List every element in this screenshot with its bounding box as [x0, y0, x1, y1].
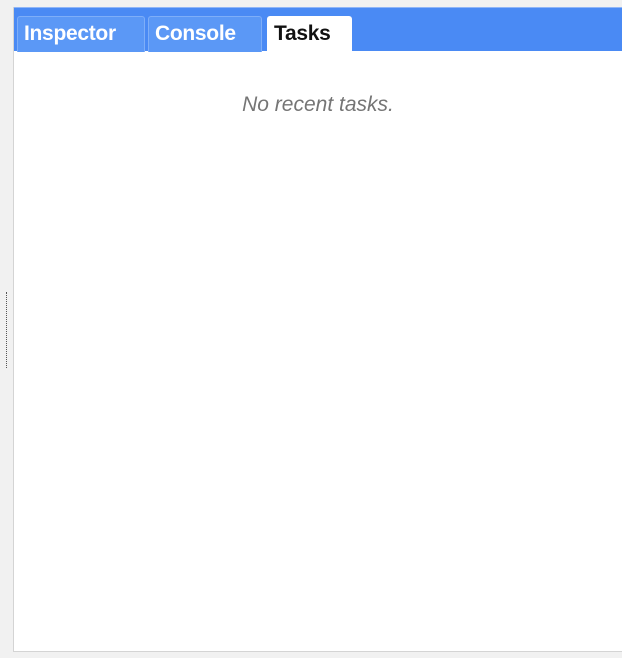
- tab-inspector[interactable]: Inspector: [17, 16, 145, 52]
- panel-tab-bar: Inspector Console Tasks: [14, 7, 622, 52]
- no-tasks-message: No recent tasks.: [242, 93, 394, 116]
- app-frame: Inspector Console Tasks No recent tasks.: [0, 0, 622, 658]
- panel-resize-handle[interactable]: [6, 292, 7, 368]
- right-panel: Inspector Console Tasks No recent tasks.: [13, 7, 622, 652]
- tab-tasks[interactable]: Tasks: [267, 16, 352, 52]
- tab-console[interactable]: Console: [148, 16, 262, 52]
